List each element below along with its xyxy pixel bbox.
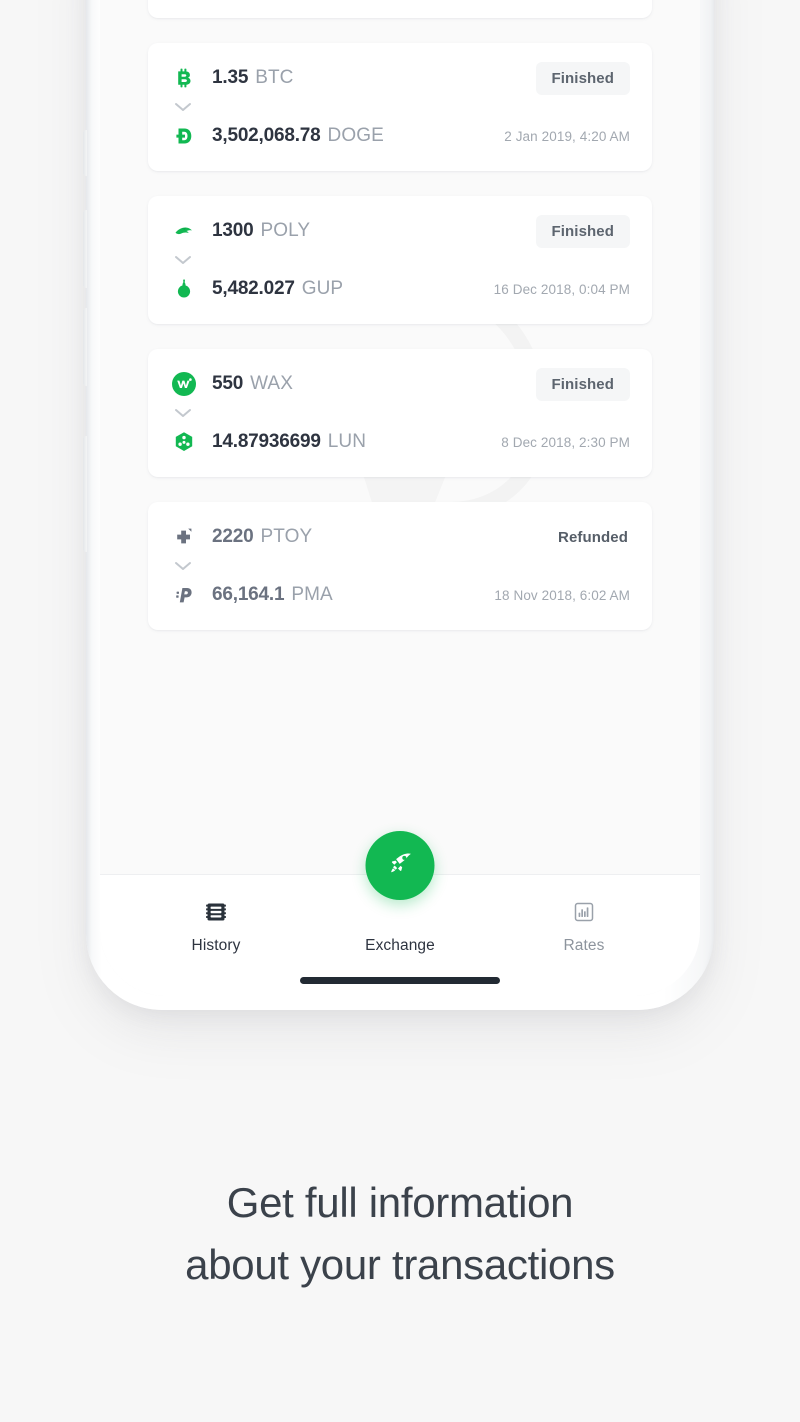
transaction-to-amount: 5,482.027 (212, 278, 295, 299)
status-badge: Finished (535, 214, 630, 248)
transaction-status-wrap: Refunded (556, 521, 630, 554)
status-badge: Finished (535, 61, 630, 95)
expand-chevron-icon[interactable] (170, 248, 630, 272)
screen-content: 2700 XMR Finished (100, 0, 700, 996)
transaction-date: 18 Nov 2018, 6:02 AM (494, 587, 630, 603)
transaction-to-ticker: GUP (301, 278, 344, 299)
transaction-to-row: 3,502,068.78 DOGE 2 Jan 2019, 4:20 AM (170, 119, 630, 153)
pumapay-pma-icon (170, 581, 198, 609)
transaction-list[interactable]: 2700 XMR Finished (100, 0, 700, 655)
transaction-status-wrap: Finished (535, 61, 630, 95)
transaction-status-wrap: Finished (535, 214, 630, 248)
transaction-from-row: 1.35 BTC Finished (170, 61, 630, 95)
status-badge: Finished (535, 367, 630, 401)
nav-label-history: History (191, 937, 241, 954)
transaction-card[interactable]: 2700 XMR Finished (148, 0, 652, 18)
transaction-from-amount: 550 (212, 373, 244, 394)
bar-chart-icon (571, 897, 597, 927)
transaction-date-wrap: 18 Nov 2018, 6:02 AM (494, 588, 630, 603)
transaction-to-row: 5,482.027 GUP 16 Dec 2018, 0:04 PM (170, 272, 630, 306)
rocket-icon (383, 846, 417, 885)
polymath-poly-icon (170, 217, 198, 245)
transaction-from-ticker: PTOY (260, 526, 313, 547)
nav-item-exchange[interactable]: Exchange (340, 897, 460, 955)
bitcoin-btc-icon (170, 64, 198, 92)
transaction-from-row: 550 WAX Finished (170, 367, 630, 401)
nav-item-history[interactable]: History (156, 897, 276, 955)
dogecoin-doge-icon (170, 122, 198, 150)
lunyr-lun-icon (170, 428, 198, 456)
transaction-date: 16 Dec 2018, 0:04 PM (493, 281, 630, 297)
promo-caption: Get full information about your transact… (0, 1172, 800, 1296)
transaction-to-amount: 66,164.1 (212, 584, 285, 605)
caption-line-2: about your transactions (185, 1241, 615, 1289)
transaction-from-ticker: POLY (260, 220, 311, 241)
phone-side-button-volume-up[interactable] (83, 210, 87, 288)
transaction-to-row: 66,164.1 PMA 18 Nov 2018, 6:02 AM (170, 578, 630, 612)
transaction-to-ticker: LUN (327, 431, 367, 452)
transaction-from-amount: 1.35 (212, 67, 249, 88)
nav-label-rates: Rates (563, 937, 605, 954)
phone-side-button-power[interactable] (83, 436, 87, 552)
patientory-ptoy-icon (170, 523, 198, 551)
transaction-to-amount: 3,502,068.78 (212, 125, 321, 146)
nav-item-rates[interactable]: Rates (524, 897, 644, 955)
transaction-date-wrap: 8 Dec 2018, 2:30 PM (501, 435, 630, 450)
guppy-gup-icon (170, 275, 198, 303)
transaction-card[interactable]: 2220 PTOY Refunded 66,164.1 PMA 18 Nov 2… (148, 502, 652, 630)
history-list-icon (203, 897, 229, 927)
transaction-from-amount: 2220 (212, 526, 254, 547)
phone-side-button-mute[interactable] (83, 130, 87, 176)
transaction-card[interactable]: 1300 POLY Finished 5,482.027 GUP 16 Dec … (148, 196, 652, 324)
transaction-card[interactable]: 1.35 BTC Finished 3,502,068.78 DOGE 2 Ja… (148, 43, 652, 171)
home-indicator (300, 977, 500, 984)
phone-side-button-volume-down[interactable] (83, 308, 87, 386)
nav-label-exchange: Exchange (365, 937, 435, 954)
transaction-from-row: 2220 PTOY Refunded (170, 520, 630, 554)
status-badge: Refunded (558, 528, 628, 546)
transaction-to-ticker: PMA (291, 584, 333, 605)
transaction-date: 8 Dec 2018, 2:30 PM (501, 434, 630, 450)
transaction-to-row: 14.87936699 LUN 8 Dec 2018, 2:30 PM (170, 425, 630, 459)
transaction-date-wrap: 2 Jan 2019, 4:20 AM (504, 129, 630, 144)
transaction-to-amount: 14.87936699 (212, 431, 321, 452)
transaction-to-ticker: DOGE (327, 125, 384, 146)
caption-line-1: Get full information (226, 1179, 574, 1226)
transaction-status-wrap: Finished (535, 367, 630, 401)
transaction-date: 2 Jan 2019, 4:20 AM (504, 128, 630, 144)
expand-chevron-icon[interactable] (170, 401, 630, 425)
phone-screen: 2700 XMR Finished (100, 0, 700, 996)
transaction-from-amount: 1300 (212, 220, 254, 241)
wax-icon (170, 370, 198, 398)
transaction-from-ticker: BTC (255, 67, 294, 88)
exchange-fab-button[interactable] (365, 831, 435, 900)
transaction-from-ticker: WAX (250, 373, 293, 394)
transaction-date-wrap: 16 Dec 2018, 0:04 PM (494, 282, 630, 297)
expand-chevron-icon[interactable] (170, 554, 630, 578)
expand-chevron-icon[interactable] (170, 95, 630, 119)
transaction-card[interactable]: 550 WAX Finished 14.87936699 LUN 8 Dec 2… (148, 349, 652, 477)
transaction-from-row: 1300 POLY Finished (170, 214, 630, 248)
bottom-navigation-bar[interactable]: History Exchange Rates (100, 831, 700, 996)
